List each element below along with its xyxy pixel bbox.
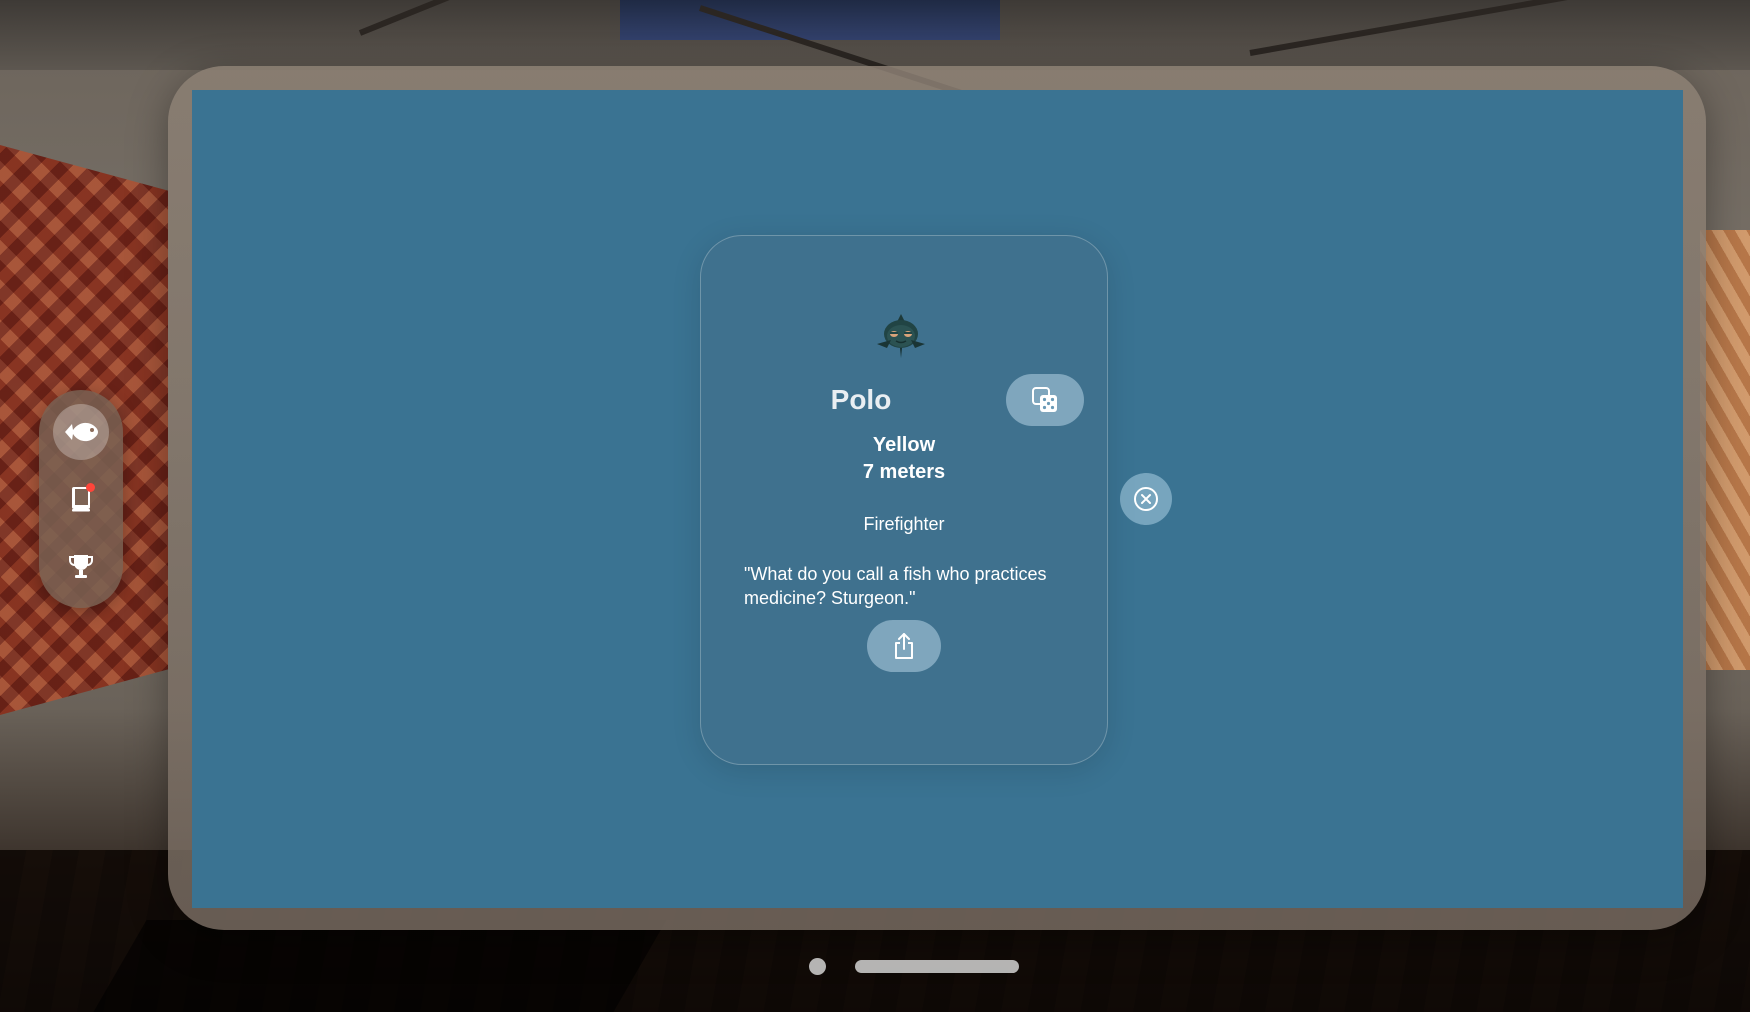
window-grabber-bar[interactable] [855,960,1019,973]
tab-book[interactable] [53,471,109,527]
share-icon [895,633,913,659]
randomize-button[interactable] [1006,374,1084,426]
tab-bar [39,390,123,608]
tab-fish[interactable] [53,404,109,460]
floor-shadow [93,920,667,1012]
fish-3d-model [877,314,925,358]
window-close-dot[interactable] [809,958,826,975]
tab-trophy[interactable] [53,538,109,594]
fish-icon [65,422,98,442]
fish-size: 7 meters [862,461,946,483]
wall-artwork-right [1700,230,1750,670]
notification-badge [86,483,95,492]
fish-card: Polo Yellow 7 meters Firefighter "What d… [700,235,1108,765]
fish-quote: "What do you call a fish who practices m… [744,564,1047,608]
fish-job: Firefighter [863,514,945,534]
fish-name: Polo [830,384,892,415]
share-button[interactable] [867,620,941,672]
dice-icon [1032,387,1057,412]
trophy-icon [69,555,93,578]
skylight [620,0,1000,40]
close-circle-icon [1134,487,1158,511]
fish-color: Yellow [872,434,936,456]
close-button[interactable] [1120,473,1172,525]
